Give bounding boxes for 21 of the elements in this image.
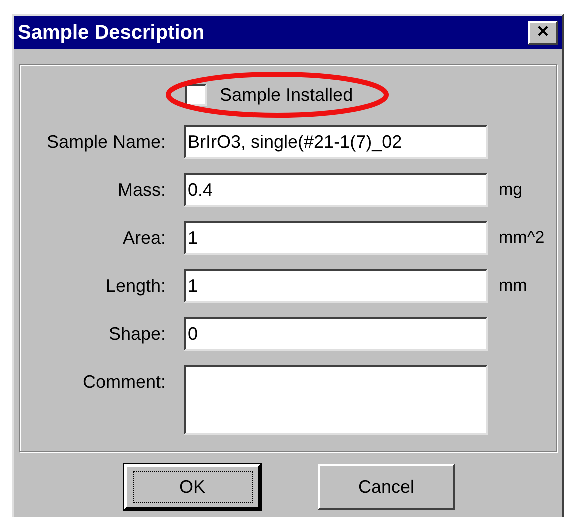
dialog-button[interactable]: OK [124, 464, 261, 510]
field-label: Area: [122, 226, 166, 250]
field-label: Sample Name: [46, 130, 166, 154]
dialog-button[interactable]: Cancel [318, 464, 455, 510]
close-button[interactable]: ✕ [528, 20, 558, 44]
checkbox[interactable] [185, 84, 207, 106]
unit-label: mm^2 [499, 227, 545, 250]
unit-label: mm [499, 275, 528, 298]
input-field[interactable]: BrIrO3, single(#21-1(7)_02 [184, 125, 488, 159]
input-field[interactable]: 1 [184, 221, 488, 255]
checkbox-label: Sample Installed [220, 84, 354, 107]
field-label: Comment: [82, 371, 166, 394]
field-label: Length: [104, 274, 166, 298]
field-label: Shape: [108, 322, 166, 346]
input-field[interactable]: 0 [184, 317, 488, 351]
field-label: Mass: [116, 178, 166, 202]
unit-label: mg [499, 179, 523, 202]
window-title: Sample Description [18, 20, 205, 46]
comment-field[interactable] [184, 365, 488, 435]
input-field[interactable]: 0.4 [184, 173, 488, 207]
input-field[interactable]: 1 [184, 269, 488, 303]
